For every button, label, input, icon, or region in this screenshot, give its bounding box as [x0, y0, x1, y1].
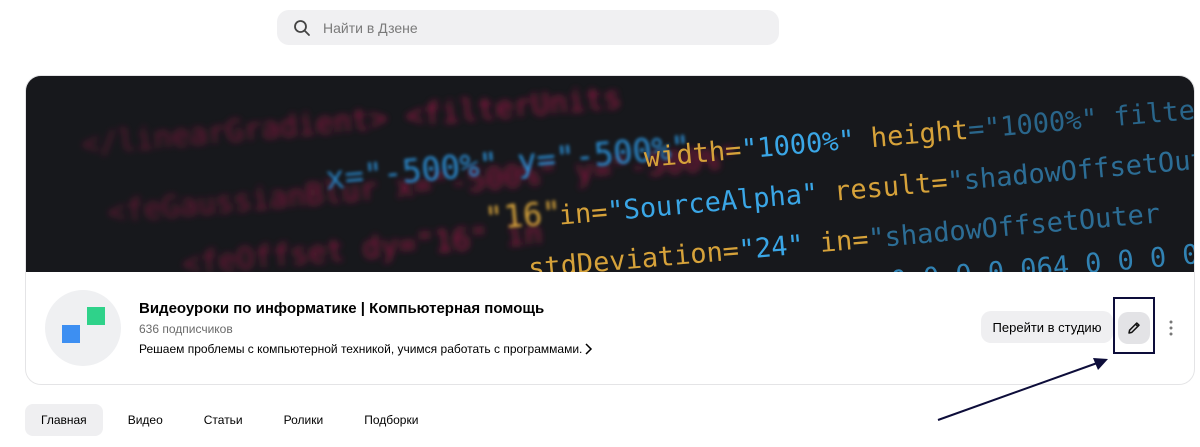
channel-avatar[interactable] — [45, 290, 121, 366]
tab-video[interactable]: Видео — [112, 404, 179, 436]
more-vertical-icon — [1169, 320, 1173, 336]
annotation-highlight-box — [1113, 297, 1155, 354]
chevron-right-icon — [585, 343, 593, 355]
tab-collections[interactable]: Подборки — [348, 404, 434, 436]
tab-main[interactable]: Главная — [25, 404, 103, 436]
channel-description-text: Решаем проблемы с компьютерной техникой,… — [139, 342, 583, 356]
channel-title[interactable]: Видеоуроки по информатике | Компьютерная… — [139, 300, 544, 317]
annotation-arrow — [937, 358, 1108, 421]
channel-cover-image: </linearGradient> <filterUnits <feGaussi… — [26, 76, 1194, 272]
subscriber-count: 636 подписчиков — [139, 322, 233, 336]
search-placeholder: Найти в Дзене — [323, 19, 418, 36]
logo-blue-square — [62, 325, 80, 343]
logo-green-square — [87, 307, 105, 325]
tab-shorts[interactable]: Ролики — [268, 404, 340, 436]
search-icon — [294, 19, 310, 36]
tab-articles[interactable]: Статьи — [188, 404, 259, 436]
more-options-button[interactable] — [1164, 317, 1178, 339]
channel-card: </linearGradient> <filterUnits <feGaussi… — [25, 75, 1195, 385]
go-to-studio-button[interactable]: Перейти в студию — [981, 311, 1113, 343]
search-bar[interactable]: Найти в Дзене — [277, 10, 779, 45]
channel-tabs: Главная Видео Статьи Ролики Подборки — [25, 404, 443, 436]
channel-description[interactable]: Решаем проблемы с компьютерной техникой,… — [139, 342, 593, 356]
